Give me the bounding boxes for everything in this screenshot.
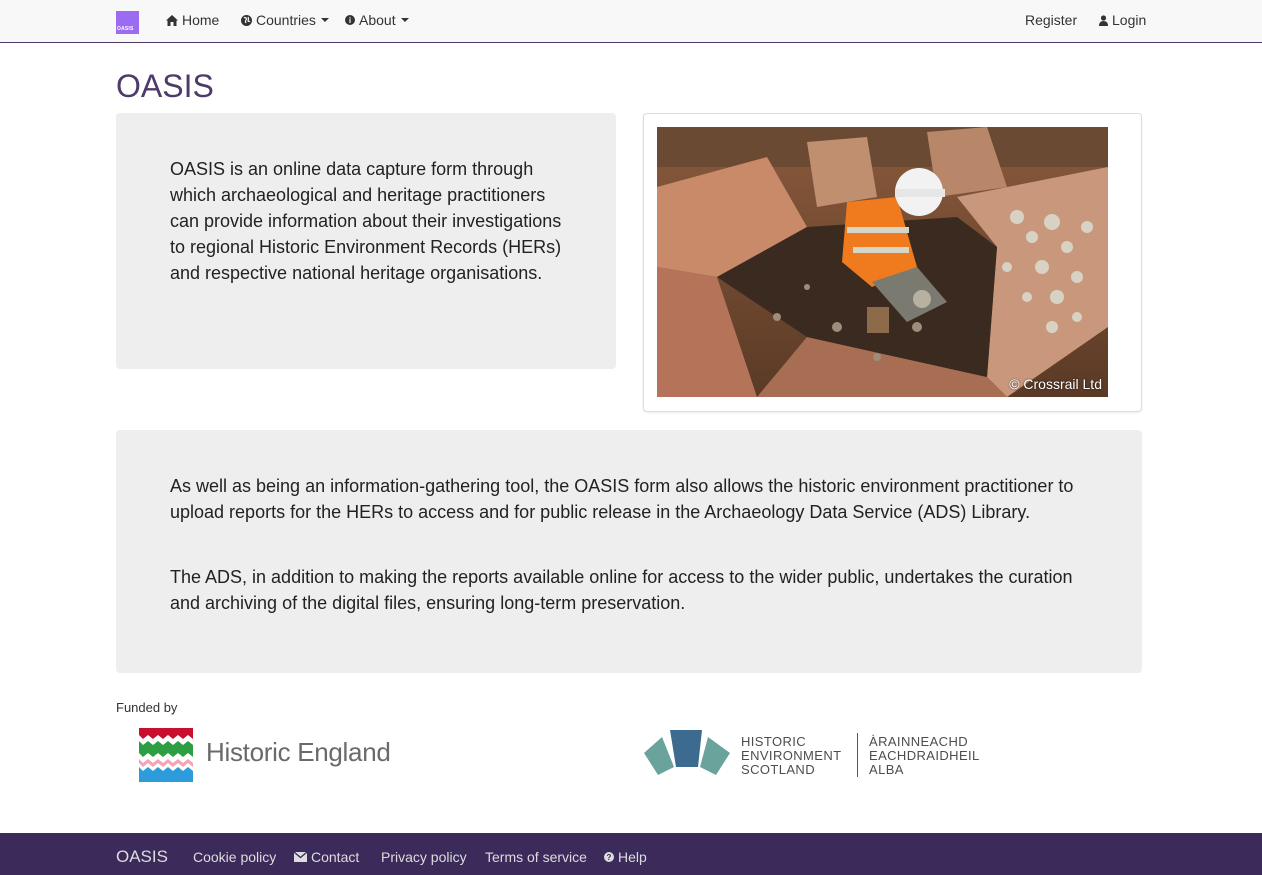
caret-down-icon [400,18,409,22]
footer-privacy-label: Privacy policy [381,849,467,865]
photo-credit: © Crossrail Ltd [1009,376,1102,392]
footer-contact[interactable]: Contact [293,849,360,865]
footer-help[interactable]: ? Help [604,849,647,865]
nav-login[interactable]: Login [1099,12,1146,28]
oasis-logo[interactable]: OASIS [116,11,139,34]
footer-terms-label: Terms of service [485,849,587,865]
hes-gaelic-line-3: ALBA [869,762,904,777]
info-well: As well as being an information-gatherin… [116,430,1142,673]
footer-terms-of-service[interactable]: Terms of service [485,849,587,865]
hero-thumbnail: © Crossrail Ltd [643,113,1142,412]
question-circle-icon: ? [604,852,614,862]
nav-about-dropdown[interactable]: i About [345,12,409,28]
top-navbar: OASIS Home Countries i About Register Lo… [0,0,1262,43]
footer-brand[interactable]: OASIS [116,847,168,867]
footer-privacy-policy[interactable]: Privacy policy [381,849,467,865]
historic-england-text: Historic England [206,737,391,767]
envelope-icon [293,849,308,865]
footer-cookie-label: Cookie policy [193,849,277,865]
historic-england-logo[interactable]: Historic England [138,727,391,783]
nav-login-label: Login [1112,12,1147,28]
hes-gaelic-name: ÀRAINNEACHD EACHDRAIDHEIL ALBA [869,735,980,777]
info-paragraph-1: As well as being an information-gatherin… [170,476,1074,522]
hes-divider [857,733,858,777]
excavation-photo: © Crossrail Ltd [657,127,1108,397]
home-icon [166,14,178,26]
funded-by-label: Funded by [116,700,178,715]
hes-english-line-2: ENVIRONMENT [741,748,842,763]
footer-help-label: Help [618,849,647,865]
hes-gaelic-line-2: EACHDRAIDHEIL [869,748,980,763]
info-paragraph-2: The ADS, in addition to making the repor… [170,567,1073,613]
hes-gaelic-line-1: ÀRAINNEACHD [869,734,969,749]
nav-register-label: Register [1025,12,1078,28]
globe-icon [241,14,252,26]
intro-text: OASIS is an online data capture form thr… [170,159,562,283]
nav-countries-dropdown[interactable]: Countries [241,12,329,28]
nav-home-label: Home [182,12,220,28]
footer: OASIS Cookie policy Contact Privacy poli… [0,833,1262,875]
nav-countries-label: Countries [256,12,316,28]
info-icon: i [345,15,355,25]
hes-english-line-1: HISTORIC [741,734,807,749]
logo-text: OASIS [117,26,134,32]
nav-register[interactable]: Register [1025,12,1077,28]
user-icon [1099,14,1108,26]
caret-down-icon [320,18,329,22]
footer-contact-label: Contact [311,849,360,865]
intro-well: OASIS is an online data capture form thr… [116,113,616,369]
hes-english-line-3: SCOTLAND [741,762,815,777]
page-title: OASIS [116,68,214,104]
nav-home[interactable]: Home [166,12,219,28]
footer-cookie-policy[interactable]: Cookie policy [193,849,276,865]
historic-england-emblem [139,728,193,782]
historic-environment-scotland-logo[interactable]: HISTORIC ENVIRONMENT SCOTLAND ÀRAINNEACH… [642,727,987,783]
hes-emblem [644,730,730,775]
nav-about-label: About [359,12,396,28]
hes-english-name: HISTORIC ENVIRONMENT SCOTLAND [741,735,841,777]
